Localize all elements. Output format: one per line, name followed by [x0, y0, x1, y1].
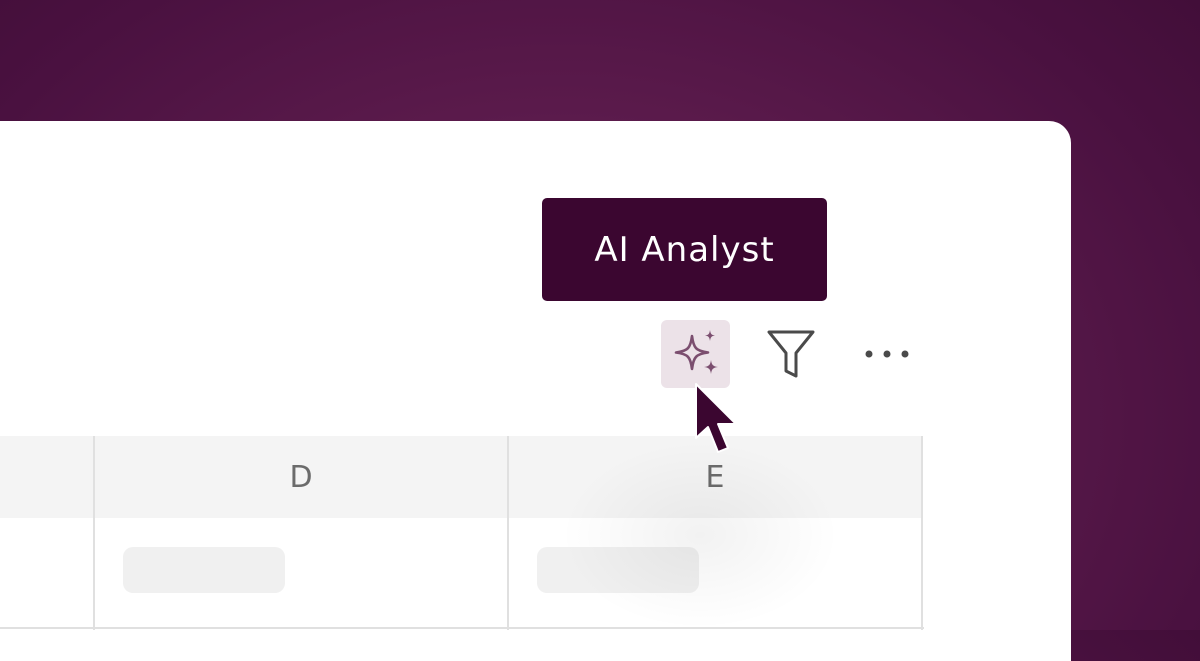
sparkles-icon [674, 330, 718, 374]
tooltip-label: AI Analyst [594, 229, 775, 270]
column-divider [921, 436, 923, 630]
spreadsheet-grid: D E [0, 436, 924, 630]
cell-placeholder-e[interactable] [537, 547, 699, 593]
ai-analyst-tooltip: AI Analyst [542, 198, 827, 301]
filter-icon [767, 330, 815, 378]
ai-analyst-button[interactable] [661, 320, 730, 388]
row-divider [0, 627, 924, 629]
filter-button[interactable] [763, 326, 819, 382]
more-options-button[interactable] [860, 336, 914, 372]
column-header-label: D [289, 459, 313, 495]
column-header-d[interactable]: D [95, 436, 507, 518]
more-horizontal-icon [865, 350, 909, 358]
cell-placeholder-d[interactable] [123, 547, 285, 593]
mouse-cursor-icon [695, 383, 737, 453]
